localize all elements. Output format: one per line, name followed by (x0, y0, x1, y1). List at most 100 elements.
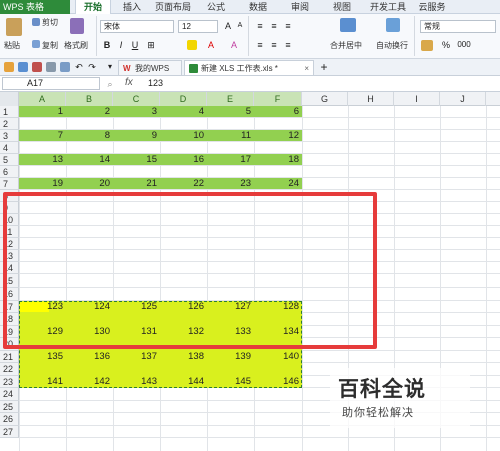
fx-icon[interactable]: fx (125, 77, 133, 88)
cell[interactable]: 1 (19, 106, 66, 118)
merge-center-button[interactable]: 合并居中 (330, 40, 362, 51)
cell[interactable]: 11 (207, 130, 254, 142)
menu-tab-home[interactable]: 开始 (75, 0, 111, 14)
row-header-5[interactable]: 5 (0, 154, 19, 166)
chevron-down-icon[interactable]: ▾ (104, 61, 116, 73)
cell[interactable]: 23 (207, 178, 254, 190)
row-header-7[interactable]: 7 (0, 178, 19, 190)
column-header-a[interactable]: A (19, 92, 66, 106)
formula-input[interactable]: 123 (148, 78, 163, 88)
row-header-2[interactable]: 2 (0, 118, 19, 130)
cell[interactable]: 8 (66, 130, 113, 142)
font-color-icon[interactable]: A (205, 39, 217, 51)
row-header-27[interactable]: 27 (0, 425, 19, 438)
increase-font-icon[interactable]: A (222, 20, 234, 32)
column-header-f[interactable]: F (254, 92, 302, 106)
cell[interactable]: 24 (254, 178, 302, 190)
row-header-22[interactable]: 22 (0, 363, 19, 376)
cell[interactable]: 18 (254, 154, 302, 166)
cell[interactable]: 10 (160, 130, 207, 142)
font-size-select[interactable]: 12 (178, 20, 218, 33)
menu-tab-review[interactable]: 审阅 (286, 0, 314, 14)
save-icon[interactable] (18, 62, 28, 72)
font-name-select[interactable]: 宋体 (100, 20, 174, 33)
cell[interactable]: 15 (113, 154, 160, 166)
cell[interactable]: 13 (19, 154, 66, 166)
wrap-text-icon[interactable] (386, 18, 400, 32)
cell[interactable]: 2 (66, 106, 113, 118)
cell[interactable]: 145 (207, 376, 254, 389)
name-box[interactable]: A17 (2, 77, 100, 90)
cell[interactable]: 146 (254, 376, 302, 389)
app-menu-button[interactable]: WPS 表格 (0, 0, 70, 14)
wrap-text-button[interactable]: 自动换行 (376, 40, 408, 51)
open-icon[interactable] (4, 62, 14, 72)
align-bottom-icon[interactable]: ≡ (282, 20, 294, 32)
column-header-e[interactable]: E (207, 92, 254, 106)
decrease-font-icon[interactable]: A (234, 20, 246, 32)
tab-document[interactable]: 新建 XLS 工作表.xls * × (184, 60, 314, 75)
currency-icon[interactable] (421, 40, 433, 51)
tab-my-wps[interactable]: W 我的WPS (118, 60, 182, 75)
cell[interactable]: 140 (254, 351, 302, 364)
cell[interactable]: 12 (254, 130, 302, 142)
column-header-b[interactable]: B (66, 92, 113, 106)
cell[interactable]: 143 (113, 376, 160, 389)
row-header-23[interactable]: 23 (0, 375, 19, 388)
cell[interactable]: 136 (66, 351, 113, 364)
row-header-25[interactable]: 25 (0, 400, 19, 413)
menu-tab-formula[interactable]: 公式 (202, 0, 230, 14)
paste-icon[interactable] (6, 18, 22, 36)
cell[interactable]: 17 (207, 154, 254, 166)
menu-tab-insert[interactable]: 插入 (118, 0, 146, 14)
number-format-select[interactable]: 常规 (420, 20, 496, 33)
cell[interactable]: 16 (160, 154, 207, 166)
format-painter-button[interactable]: 格式刷 (64, 40, 88, 51)
cell[interactable]: 9 (113, 130, 160, 142)
fill-color-icon[interactable] (187, 40, 197, 50)
align-middle-icon[interactable]: ≡ (268, 20, 280, 32)
format-painter-icon[interactable] (70, 18, 84, 34)
cell[interactable]: 135 (19, 351, 66, 364)
italic-button[interactable]: I (115, 39, 127, 51)
cell[interactable]: 21 (113, 178, 160, 190)
preview-icon[interactable] (60, 62, 70, 72)
row-header-6[interactable]: 6 (0, 166, 19, 178)
menu-tab-view[interactable]: 视图 (328, 0, 356, 14)
row-header-1[interactable]: 1 (0, 106, 19, 118)
paste-label[interactable]: 粘贴 (4, 40, 20, 51)
cell[interactable]: 22 (160, 178, 207, 190)
align-right-icon[interactable]: ≡ (282, 39, 294, 51)
thousands-button[interactable]: 000 (455, 39, 473, 51)
copy-icon[interactable] (32, 40, 40, 48)
redo-icon[interactable]: ↷ (86, 61, 98, 73)
cell[interactable]: 138 (160, 351, 207, 364)
cell[interactable]: 5 (207, 106, 254, 118)
close-tab-icon[interactable]: × (304, 61, 309, 76)
new-tab-button[interactable]: + (318, 61, 330, 73)
align-center-icon[interactable]: ≡ (268, 39, 280, 51)
row-header-21[interactable]: 21 (0, 350, 19, 363)
cell[interactable]: 14 (66, 154, 113, 166)
copy-button[interactable]: 复制 (42, 40, 58, 51)
print-icon[interactable] (46, 62, 56, 72)
cell[interactable]: 142 (66, 376, 113, 389)
cell[interactable]: 139 (207, 351, 254, 364)
column-header-d[interactable]: D (160, 92, 207, 106)
cell[interactable]: 3 (113, 106, 160, 118)
column-header-j[interactable]: J (440, 92, 486, 106)
menu-tab-cloud[interactable]: 云服务 (414, 0, 450, 14)
row-header-4[interactable]: 4 (0, 142, 19, 154)
align-left-icon[interactable]: ≡ (254, 39, 266, 51)
row-header-24[interactable]: 24 (0, 388, 19, 401)
export-pdf-icon[interactable] (32, 62, 42, 72)
cell[interactable]: 6 (254, 106, 302, 118)
menu-tab-page-layout[interactable]: 页面布局 (150, 0, 196, 14)
column-header-c[interactable]: C (113, 92, 160, 106)
cell[interactable]: 7 (19, 130, 66, 142)
cell[interactable]: 4 (160, 106, 207, 118)
cell[interactable]: 137 (113, 351, 160, 364)
underline-button[interactable]: U (129, 39, 141, 51)
column-header-h[interactable]: H (348, 92, 394, 106)
cell[interactable]: 20 (66, 178, 113, 190)
